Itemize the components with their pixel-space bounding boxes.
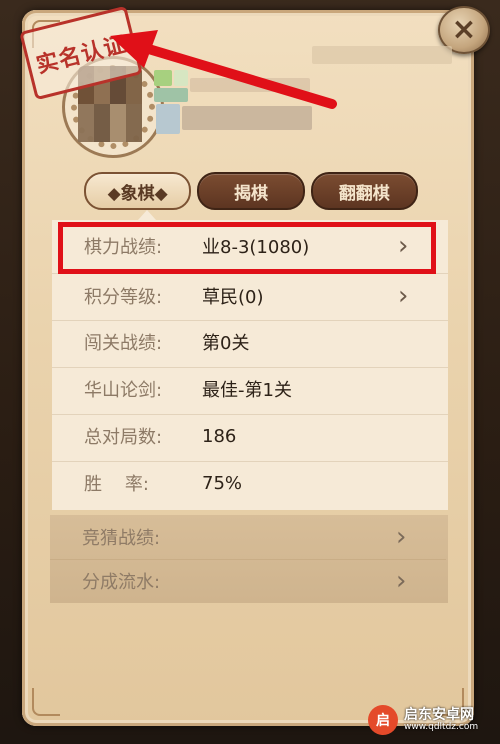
watermark-text: 启东安卓网 www.qdltdz.com	[404, 708, 478, 732]
watermark-logo-icon: 启	[368, 705, 398, 735]
stat-label: 竞猜战绩:	[82, 528, 161, 549]
stat-label: 华山论剑:	[84, 380, 163, 401]
stat-value: 最佳-第1关	[202, 380, 292, 401]
close-icon: ×	[451, 12, 477, 47]
stat-label: 闯关战绩:	[84, 333, 163, 354]
stat-value: 75%	[202, 472, 243, 494]
watermark-line2: www.qdltdz.com	[404, 721, 479, 732]
tab-label: 揭棋	[233, 183, 268, 204]
stat-row-points-level[interactable]: 积分等级: 草民(0) ›	[52, 274, 448, 318]
chevron-right-icon: ›	[396, 522, 407, 552]
stat-label: 分成流水:	[82, 572, 161, 593]
chevron-right-icon: ›	[396, 566, 407, 596]
active-tab-pointer	[138, 210, 156, 220]
stat-label: 总对局数:	[84, 427, 163, 448]
annotation-arrow-icon	[110, 30, 337, 109]
stat-row-guess-record[interactable]: 竞猜战绩: ›	[50, 515, 446, 559]
stat-value: 第0关	[202, 333, 250, 354]
stat-label: 积分等级:	[84, 287, 163, 308]
stat-label: 胜 率:	[84, 474, 149, 495]
chevron-right-icon: ›	[398, 281, 409, 311]
site-watermark: 启 启东安卓网 www.qdltdz.com	[368, 705, 496, 735]
stat-row-levels: 闯关战绩: 第0关	[52, 320, 448, 364]
extra-stats-section: 竞猜战绩: › 分成流水: ›	[50, 515, 448, 603]
game-type-tabs: ◆象棋◆ 揭棋 翻翻棋	[84, 172, 418, 210]
corner-ornament	[32, 688, 60, 716]
stat-value: 草民(0)	[202, 287, 264, 308]
annotation-highlight-box	[58, 222, 436, 274]
watermark-logo-text: 启	[376, 713, 390, 729]
tab-label: ◆象棋◆	[107, 183, 168, 204]
tab-label: 翻翻棋	[338, 183, 390, 204]
tab-xiangqi[interactable]: ◆象棋◆	[84, 172, 192, 210]
tab-fanfanqi[interactable]: 翻翻棋	[310, 172, 418, 210]
stat-row-huashan: 华山论剑: 最佳-第1关	[52, 367, 448, 411]
stat-row-revenue-share[interactable]: 分成流水: ›	[50, 559, 446, 603]
stat-value: 186	[202, 425, 237, 447]
stat-row-win-rate: 胜 率: 75%	[52, 461, 448, 505]
watermark-line1: 启东安卓网	[404, 706, 474, 723]
stat-row-total-games: 总对局数: 186	[52, 414, 448, 458]
tab-jieqi[interactable]: 揭棋	[197, 172, 305, 210]
